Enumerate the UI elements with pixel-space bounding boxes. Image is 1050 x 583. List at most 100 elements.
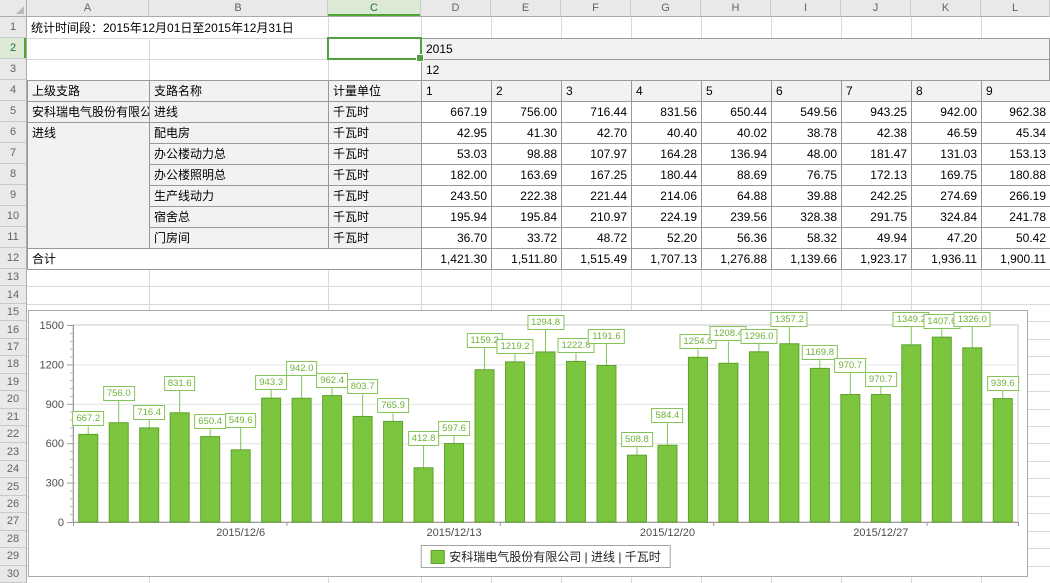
cell[interactable]: 52.20 xyxy=(631,227,702,249)
bar[interactable] xyxy=(170,413,189,522)
row-header-11[interactable]: 11 xyxy=(0,227,27,248)
cell[interactable]: 667.19 xyxy=(421,101,492,123)
cell[interactable]: 64.88 xyxy=(701,185,772,207)
cell[interactable]: 千瓦时 xyxy=(328,143,422,165)
selection-box[interactable] xyxy=(327,37,422,60)
bar[interactable] xyxy=(231,450,250,522)
row-header-17[interactable]: 17 xyxy=(0,339,27,356)
cell[interactable]: 172.13 xyxy=(841,164,912,186)
bar[interactable] xyxy=(384,421,403,522)
bar[interactable] xyxy=(902,345,921,522)
row-header-27[interactable]: 27 xyxy=(0,513,27,530)
cell[interactable]: 门房间 xyxy=(149,227,329,249)
cell[interactable]: 支路名称 xyxy=(149,80,329,102)
row-header-16[interactable]: 16 xyxy=(0,321,27,338)
bar[interactable] xyxy=(79,434,98,522)
row-header-24[interactable]: 24 xyxy=(0,461,27,478)
row-header-18[interactable]: 18 xyxy=(0,356,27,373)
select-all-corner[interactable] xyxy=(0,0,27,17)
cell[interactable]: 131.03 xyxy=(911,143,982,165)
cell[interactable]: 1,923.17 xyxy=(841,248,912,270)
bar[interactable] xyxy=(780,344,799,522)
cell[interactable]: 1,276.88 xyxy=(701,248,772,270)
cell[interactable]: 88.69 xyxy=(701,164,772,186)
bar[interactable] xyxy=(719,363,738,522)
cell[interactable]: 98.88 xyxy=(491,143,562,165)
column-header-G[interactable]: G xyxy=(631,0,701,17)
row-header-3[interactable]: 3 xyxy=(0,59,27,80)
cell[interactable]: 53.03 xyxy=(421,143,492,165)
bar[interactable] xyxy=(566,361,585,522)
row-header-22[interactable]: 22 xyxy=(0,426,27,443)
row-header-13[interactable]: 13 xyxy=(0,269,27,286)
cell[interactable]: 136.94 xyxy=(701,143,772,165)
bar[interactable] xyxy=(506,362,525,522)
cell[interactable]: 107.97 xyxy=(561,143,632,165)
cell[interactable]: 195.84 xyxy=(491,206,562,228)
cell[interactable]: 33.72 xyxy=(491,227,562,249)
cell[interactable]: 7 xyxy=(841,80,912,102)
cell[interactable]: 716.44 xyxy=(561,101,632,123)
cell-total-label[interactable]: 合计 xyxy=(27,248,422,270)
column-header-J[interactable]: J xyxy=(841,0,911,17)
cell[interactable]: 千瓦时 xyxy=(328,101,422,123)
column-header-E[interactable]: E xyxy=(491,0,561,17)
cell[interactable]: 164.28 xyxy=(631,143,702,165)
bar[interactable] xyxy=(353,416,372,522)
cell[interactable]: 210.97 xyxy=(561,206,632,228)
cell[interactable]: 50.42 xyxy=(981,227,1050,249)
cell[interactable]: 1,511.80 xyxy=(491,248,562,270)
bar[interactable] xyxy=(262,398,281,522)
cell[interactable]: 47.20 xyxy=(911,227,982,249)
row-header-12[interactable]: 12 xyxy=(0,248,27,269)
cell[interactable]: 242.25 xyxy=(841,185,912,207)
cell[interactable]: 45.34 xyxy=(981,122,1050,144)
cell[interactable]: 49.94 xyxy=(841,227,912,249)
bar[interactable] xyxy=(414,468,433,522)
cell[interactable]: 2 xyxy=(491,80,562,102)
bar[interactable] xyxy=(810,368,829,522)
bar[interactable] xyxy=(475,370,494,522)
cell[interactable]: 180.44 xyxy=(631,164,702,186)
cell[interactable]: 182.00 xyxy=(421,164,492,186)
cell[interactable]: 266.19 xyxy=(981,185,1050,207)
cell[interactable]: 1,900.11 xyxy=(981,248,1050,270)
cell[interactable]: 宿舍总 xyxy=(149,206,329,228)
cell[interactable]: 39.88 xyxy=(771,185,842,207)
cell[interactable]: 243.50 xyxy=(421,185,492,207)
cell[interactable]: 239.56 xyxy=(701,206,772,228)
row-header-29[interactable]: 29 xyxy=(0,548,27,565)
cell[interactable]: 58.32 xyxy=(771,227,842,249)
cell[interactable]: 配电房 xyxy=(149,122,329,144)
cell[interactable]: 756.00 xyxy=(491,101,562,123)
bar[interactable] xyxy=(871,395,890,522)
row-header-14[interactable]: 14 xyxy=(0,286,27,303)
cell[interactable]: 48.00 xyxy=(771,143,842,165)
cell[interactable]: 942.00 xyxy=(911,101,982,123)
cell[interactable]: 56.36 xyxy=(701,227,772,249)
row-header-8[interactable]: 8 xyxy=(0,164,27,185)
cell[interactable]: 1,421.30 xyxy=(421,248,492,270)
cell[interactable]: 8 xyxy=(911,80,982,102)
cell[interactable]: 40.40 xyxy=(631,122,702,144)
row-header-9[interactable]: 9 xyxy=(0,185,27,206)
cell[interactable]: 549.56 xyxy=(771,101,842,123)
cell[interactable]: 计量单位 xyxy=(328,80,422,102)
bar[interactable] xyxy=(932,337,951,522)
bar[interactable] xyxy=(323,396,342,522)
row-header-19[interactable]: 19 xyxy=(0,374,27,391)
row-header-1[interactable]: 1 xyxy=(0,17,27,38)
cell[interactable]: 328.38 xyxy=(771,206,842,228)
cell[interactable]: 42.38 xyxy=(841,122,912,144)
fill-handle[interactable] xyxy=(416,54,424,62)
cell[interactable]: 195.94 xyxy=(421,206,492,228)
row-header-4[interactable]: 4 xyxy=(0,80,27,101)
cell[interactable]: 3 xyxy=(561,80,632,102)
report-title-cell[interactable]: 统计时间段：2015年12月01日至2015年12月31日 xyxy=(27,17,298,38)
cell[interactable]: 办公楼照明总 xyxy=(149,164,329,186)
cell[interactable]: 5 xyxy=(701,80,772,102)
cell[interactable]: 办公楼动力总 xyxy=(149,143,329,165)
cell-month[interactable]: 12 xyxy=(421,59,1050,81)
cell[interactable]: 生产线动力 xyxy=(149,185,329,207)
cell[interactable]: 274.69 xyxy=(911,185,982,207)
